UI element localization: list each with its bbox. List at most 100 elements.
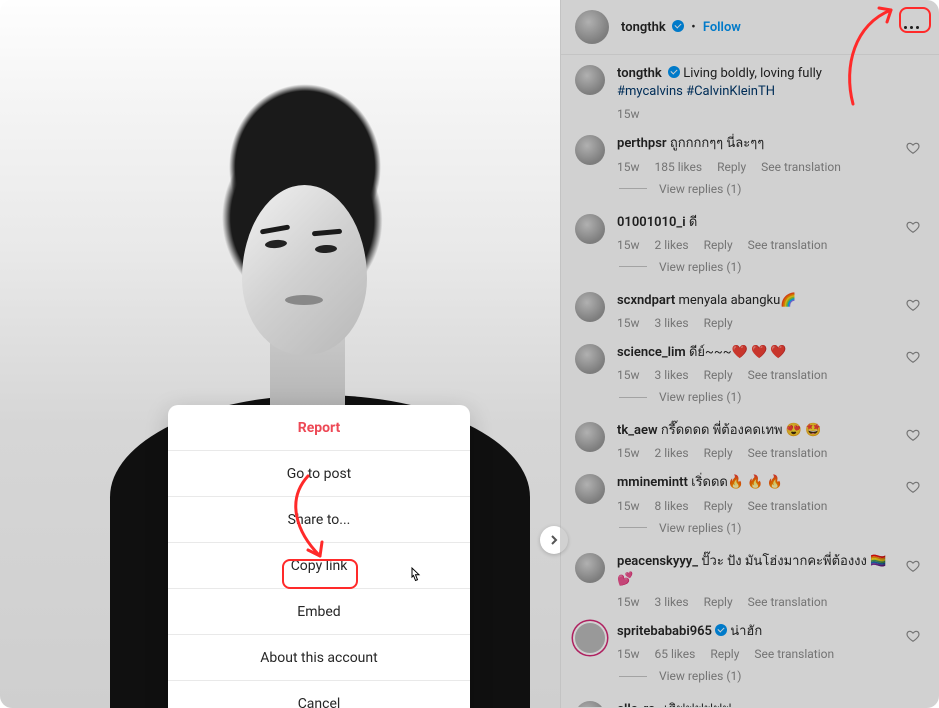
comment-username[interactable]: tk_aew [617,423,658,438]
comment-translate-link[interactable]: See translation [748,446,828,460]
comment-text: tk_aew กรี๊ดดดด พี่ต้องคดเทพ 😍 🤩 [617,422,901,440]
like-comment-button[interactable] [906,428,920,442]
comment-likes[interactable]: 8 likes [655,499,689,513]
view-replies-link[interactable]: View replies (1) [561,665,939,691]
comment-translate-link[interactable]: See translation [761,160,841,174]
comment-username[interactable]: perthpsr [617,136,667,151]
comment-translate-link[interactable]: See translation [748,499,828,513]
comment-reply-link[interactable]: Reply [704,595,733,609]
comment-username[interactable]: scxndpart [617,293,675,308]
comment-time: 15w [617,595,640,609]
like-comment-button[interactable] [906,629,920,643]
comment-time: 15w [617,499,640,513]
caption-username[interactable]: tongthk [617,66,662,81]
comments-scroll[interactable]: tongthk Living boldly, loving fully #myc… [561,55,939,707]
like-comment-button[interactable] [906,298,920,312]
commenter-avatar[interactable] [575,135,605,165]
comment-reply-link[interactable]: Reply [710,647,739,661]
author-avatar-small[interactable] [575,65,605,95]
comment-reply-link[interactable]: Reply [704,446,733,460]
commenter-avatar[interactable] [575,474,605,504]
modal-go-to-post[interactable]: Go to post [168,451,470,497]
modal-cancel[interactable]: Cancel [168,681,470,708]
comment-username[interactable]: mminemintt [617,475,688,490]
comment-username[interactable]: peacenskyyy_ [617,554,698,569]
comment-time: 15w [617,160,640,174]
comment-row: scxndpart menyala abangku🌈 15w 3 likes R… [561,282,939,334]
modal-share-to[interactable]: Share to... [168,497,470,543]
view-replies-link[interactable]: View replies (1) [561,386,939,412]
comment-time: 15w [617,446,640,460]
comment-reply-link[interactable]: Reply [717,160,746,174]
comment-username[interactable]: 01001010_i [617,215,686,230]
comment-likes[interactable]: 185 likes [655,160,703,174]
comment-username[interactable]: elle_rc_ [617,702,661,707]
modal-copy-link[interactable]: Copy link [168,543,470,589]
comment-username[interactable]: science_lim [617,345,686,360]
commenter-avatar[interactable] [575,344,605,374]
comment-body: ดีย์~~~❤️ ❤️ ❤️ [689,345,787,360]
comment-text: mminemintt เริ่ดดด🔥 🔥 🔥 [617,474,901,492]
modal-about-account[interactable]: About this account [168,635,470,681]
view-replies-link[interactable]: View replies (1) [561,178,939,204]
view-replies-link[interactable]: View replies (1) [561,517,939,543]
comment-username[interactable]: spritebababi965 [617,624,712,639]
hashtag-link[interactable]: #mycalvins #CalvinKleinTH [617,84,775,99]
comment-reply-link[interactable]: Reply [704,499,733,513]
follow-link[interactable]: Follow [703,20,741,35]
comment-body: เริ่ดดด🔥 🔥 🔥 [691,475,783,490]
comment-likes[interactable]: 3 likes [655,368,689,382]
commenter-avatar[interactable] [575,292,605,322]
comment-body: กรี๊ดดดด พี่ต้องคดเทพ 😍 🤩 [661,423,822,438]
like-comment-button[interactable] [906,559,920,573]
comment-row: science_lim ดีย์~~~❤️ ❤️ ❤️ 15w 3 likes … [561,334,939,386]
modal-embed[interactable]: Embed [168,589,470,635]
next-photo-button[interactable] [540,526,568,554]
caption-hashtags[interactable]: #mycalvins #CalvinKleinTH [617,83,925,101]
commenter-avatar[interactable] [575,553,605,583]
comment-body: ดี [689,215,697,230]
comment-text: elle_rc_ เฮิฟฟฟฟฟฟ [617,701,901,707]
caption-text: tongthk Living boldly, loving fully [617,65,925,83]
comment-row: 01001010_i ดี 15w 2 likes Reply See tran… [561,204,939,256]
comment-body: ถูกกกกๆๆ นี่ละๆๆ [670,136,764,151]
like-comment-button[interactable] [906,220,920,234]
comment-time: 15w [617,316,640,330]
comment-likes[interactable]: 3 likes [655,316,689,330]
comment-text: 01001010_i ดี [617,214,901,232]
like-comment-button[interactable] [906,141,920,155]
comment-likes[interactable]: 2 likes [655,446,689,460]
comment-time: 15w [617,368,640,382]
more-options-button[interactable] [897,13,925,41]
comment-reply-link[interactable]: Reply [704,238,733,252]
commenter-avatar[interactable] [575,422,605,452]
comment-body: น่าฮัก [730,624,762,639]
comment-time: 15w [617,238,640,252]
comment-translate-link[interactable]: See translation [748,368,828,382]
comment-translate-link[interactable]: See translation [754,647,834,661]
comment-row: elle_rc_ เฮิฟฟฟฟฟฟ 15w 8 likes Reply See… [561,691,939,707]
comment-row: mminemintt เริ่ดดด🔥 🔥 🔥 15w 8 likes Repl… [561,464,939,516]
caption-body: Living boldly, loving fully [683,66,822,81]
modal-report[interactable]: Report [168,405,470,451]
comment-likes[interactable]: 65 likes [655,647,696,661]
comment-text: science_lim ดีย์~~~❤️ ❤️ ❤️ [617,344,901,362]
like-comment-button[interactable] [906,480,920,494]
like-comment-button[interactable] [906,350,920,364]
author-avatar[interactable] [575,10,609,44]
post-header: tongthk • Follow [561,0,939,55]
author-username[interactable]: tongthk [621,20,666,35]
commenter-avatar[interactable] [575,623,605,653]
comment-text: scxndpart menyala abangku🌈 [617,292,901,310]
comment-likes[interactable]: 3 likes [655,595,689,609]
comment-reply-link[interactable]: Reply [704,368,733,382]
comment-translate-link[interactable]: See translation [748,238,828,252]
commenter-avatar[interactable] [575,701,605,707]
comment-row: perthpsr ถูกกกกๆๆ นี่ละๆๆ 15w 185 likes … [561,125,939,177]
comment-translate-link[interactable]: See translation [748,595,828,609]
comment-reply-link[interactable]: Reply [704,316,733,330]
comment-likes[interactable]: 2 likes [655,238,689,252]
post-sidebar: tongthk • Follow tongthk Living bo [560,0,939,708]
view-replies-link[interactable]: View replies (1) [561,256,939,282]
commenter-avatar[interactable] [575,214,605,244]
